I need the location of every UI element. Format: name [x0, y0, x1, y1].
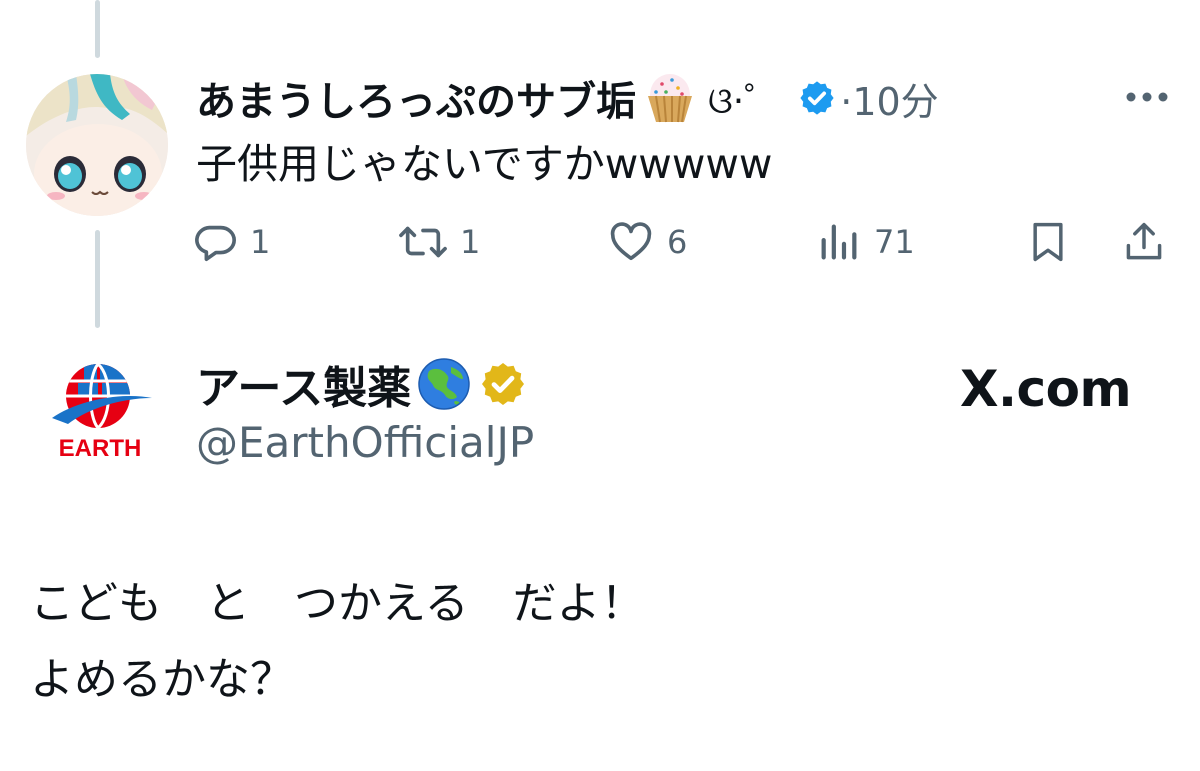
quoted-handle[interactable]: @EarthOfficialJP: [196, 418, 534, 467]
reply-name-suffix: ଓ·゜: [708, 81, 781, 122]
source-label: X.com: [960, 360, 1132, 418]
avatar-illustration: [26, 74, 168, 216]
quoted-body-text: こども と つかえる だよ！ よめるかな？: [30, 578, 645, 705]
earth-logo-text: EARTH: [59, 435, 142, 462]
comment-icon: [195, 225, 236, 262]
verified-badge-icon[interactable]: [798, 79, 836, 117]
reply-count: 1: [250, 223, 271, 261]
earth-logo[interactable]: EARTH: [48, 362, 154, 462]
share-icon: [1126, 222, 1162, 260]
earth-logo-icon: EARTH: [52, 364, 152, 462]
like-button[interactable]: 6: [607, 214, 687, 270]
like-count: 6: [667, 223, 688, 261]
analytics-icon: [821, 224, 857, 260]
reply-text: 子供用じゃないですかwwwww: [196, 140, 773, 188]
action-bar: 1 1 6 71: [0, 214, 1200, 270]
bookmark-button[interactable]: [1026, 214, 1070, 270]
reply-timestamp[interactable]: ·10分: [840, 71, 938, 126]
reply-button[interactable]: 1: [192, 214, 270, 270]
quoted-display-name[interactable]: アース製薬: [196, 352, 411, 416]
reply-header: あまうしろっぷのサブ垢 ଓ·゜ ·10分: [196, 66, 939, 130]
cupcake-icon: [642, 70, 698, 126]
thread-line-top: [95, 0, 100, 58]
repost-button[interactable]: 1: [398, 214, 480, 270]
bookmark-icon: [1033, 222, 1063, 262]
more-dots-icon: [1126, 92, 1168, 102]
views-button[interactable]: 71: [816, 214, 915, 270]
quoted-name-row: アース製薬: [196, 352, 527, 416]
heart-icon: [610, 222, 652, 261]
more-options-button[interactable]: [1122, 82, 1172, 112]
verified-org-badge-icon[interactable]: [479, 360, 527, 408]
share-button[interactable]: [1122, 214, 1166, 270]
repost-count: 1: [460, 223, 481, 261]
globe-asia-icon: [417, 357, 471, 411]
reply-display-name[interactable]: あまうしろっぷのサブ垢: [196, 69, 636, 127]
avatar[interactable]: [26, 74, 168, 216]
repost-icon: [399, 226, 447, 258]
view-count: 71: [874, 223, 915, 261]
